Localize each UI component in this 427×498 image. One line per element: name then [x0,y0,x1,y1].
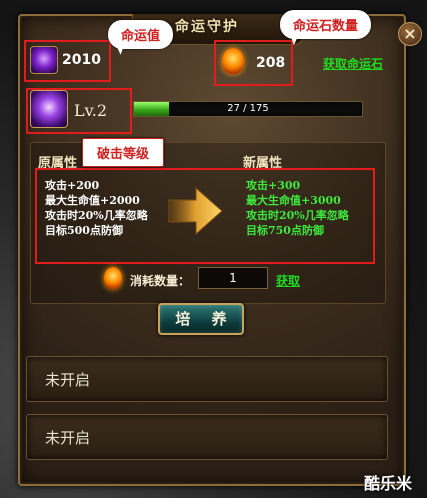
luck-value-callout: 命运值 [108,20,174,49]
level-progress-bar: 27 / 175 [133,101,363,117]
get-link[interactable]: 获取 [276,272,300,289]
slot-label: 未开启 [45,371,91,389]
stone-count-callout: 命运石数量 [280,10,372,39]
site-watermark: 酷乐米 [364,474,413,493]
cost-label: 消耗数量： [130,274,191,288]
locked-slot: 未开启 [26,356,388,402]
cultivate-button[interactable]: 培 养 [158,303,244,335]
luck-value-highlight [24,40,111,82]
cost-quantity-input[interactable]: 1 [198,267,268,289]
level-highlight [26,88,132,134]
slot-label: 未开启 [45,429,91,447]
cost-stone-icon [104,267,122,289]
window-title: 命运守护 [175,19,239,35]
stone-count-highlight [214,40,293,86]
break-level-callout: 破击等级 [82,138,165,167]
game-scene: 命运守护 × 2010 208 获取命运石 Lv.2 27 / 175 原属性 … [0,0,427,498]
locked-slot: 未开启 [26,414,388,460]
level-progress-text: 27 / 175 [227,103,269,114]
close-icon[interactable]: × [398,22,422,46]
get-stone-link[interactable]: 获取命运石 [323,55,383,72]
attribute-highlight [35,168,375,264]
